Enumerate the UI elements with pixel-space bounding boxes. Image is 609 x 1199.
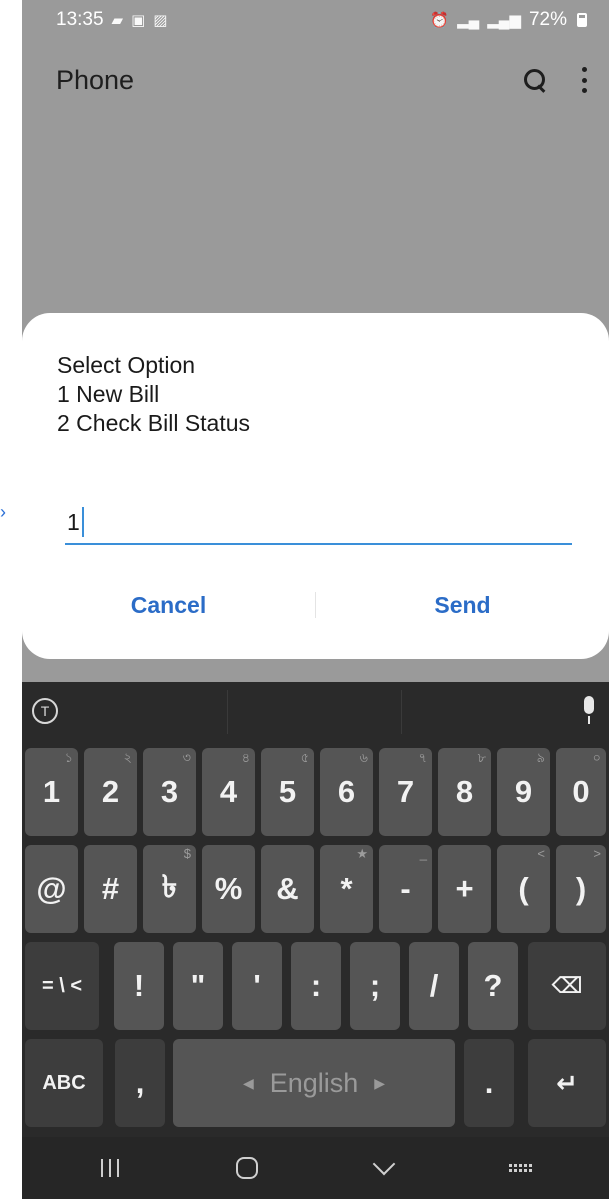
home-button[interactable] <box>227 1153 267 1183</box>
search-icon[interactable] <box>523 68 547 92</box>
prev-language-icon: ◀ <box>242 1074 254 1091</box>
toolbar-divider <box>227 690 228 734</box>
key-taka[interactable]: ৳ $ <box>143 845 196 933</box>
key-hash[interactable]: # <box>84 845 137 933</box>
battery-percent: 72% <box>528 9 567 30</box>
key-6[interactable]: 6৬ <box>320 748 373 836</box>
key-2[interactable]: 2২ <box>84 748 137 836</box>
keyboard-toolbar: T <box>22 682 609 740</box>
back-icon <box>372 1152 396 1176</box>
key-close-paren[interactable]: ) > <box>556 845 606 933</box>
key-percent[interactable]: % <box>202 845 255 933</box>
dialog-message-line: 2 Check Bill Status <box>57 410 251 436</box>
send-button[interactable]: Send <box>316 592 609 619</box>
text-caret <box>82 507 84 537</box>
back-button[interactable] <box>364 1152 404 1183</box>
key-asterisk[interactable]: * ★ <box>320 845 373 933</box>
alarm-icon: ⏰ <box>430 12 450 29</box>
phone-screen: 13:35 ▰ ▣ ▨ ⏰ ▂▄ ▂▄▆ 72% Phone Select Op… <box>22 0 609 1199</box>
key-8[interactable]: 8৮ <box>438 748 491 836</box>
ussd-dialog: Select Option 1 New Bill 2 Check Bill St… <box>22 313 609 659</box>
edge-arrow-icon: › <box>0 502 6 522</box>
message-icon: ▰ <box>111 12 124 29</box>
next-language-icon: ▶ <box>374 1074 386 1091</box>
key-4[interactable]: 4৪ <box>202 748 255 836</box>
dialog-actions: Cancel Send <box>22 575 609 635</box>
key-9[interactable]: 9৯ <box>497 748 550 836</box>
status-bar: 13:35 ▰ ▣ ▨ ⏰ ▂▄ ▂▄▆ 72% <box>22 0 609 40</box>
status-right: ⏰ ▂▄ ▂▄▆ 72% <box>430 9 587 31</box>
key-single-quote[interactable]: ' <box>232 942 282 1030</box>
recents-button[interactable] <box>90 1153 130 1183</box>
key-at[interactable]: @ <box>25 845 78 933</box>
key-question[interactable]: ? <box>468 942 518 1030</box>
space-key-label: English <box>269 1067 359 1098</box>
keyboard: T 1১ 2২ 3৩ 4৪ 5৫ 6৬ 7৭ 8৮ 9৯ 0০ @ # ৳ $ %… <box>22 682 609 1137</box>
key-plus[interactable]: + <box>438 845 491 933</box>
key-slash[interactable]: / <box>409 942 459 1030</box>
home-icon <box>236 1157 259 1179</box>
4g-signal-icon: ▂▄▆ <box>487 12 521 29</box>
keyboard-switch-button[interactable] <box>501 1153 541 1183</box>
dialog-message-line: Select Option <box>57 352 196 378</box>
keyboard-icon <box>509 1164 533 1172</box>
app-title: Phone <box>56 64 135 95</box>
gallery-icon: ▨ <box>153 12 168 29</box>
toolbar-divider <box>401 690 402 734</box>
mic-icon[interactable] <box>579 696 599 726</box>
navigation-bar <box>22 1137 609 1199</box>
dialog-message-line: 1 New Bill <box>57 381 160 407</box>
key-5[interactable]: 5৫ <box>261 748 314 836</box>
app-actions <box>523 67 587 93</box>
key-exclamation[interactable]: ! <box>114 942 164 1030</box>
key-semicolon[interactable]: ; <box>350 942 400 1030</box>
key-1[interactable]: 1১ <box>25 748 78 836</box>
key-minus[interactable]: - _ <box>379 845 432 933</box>
key-more-symbols[interactable]: = \ < <box>25 942 99 1030</box>
translate-icon[interactable]: T <box>32 698 58 724</box>
status-left: 13:35 ▰ ▣ ▨ <box>56 9 167 31</box>
backspace-icon: ⌫ <box>551 973 583 998</box>
key-ampersand[interactable]: & <box>261 845 314 933</box>
battery-icon <box>577 13 587 27</box>
abc-key[interactable]: ABC <box>25 1039 103 1127</box>
recents-icon <box>101 1159 120 1177</box>
backspace-key[interactable]: ⌫ <box>528 942 606 1030</box>
more-options-icon[interactable] <box>581 67 587 93</box>
key-comma[interactable]: , <box>115 1039 165 1127</box>
enter-key[interactable]: ↵ <box>528 1039 606 1127</box>
status-time: 13:35 <box>56 9 104 30</box>
key-double-quote[interactable]: " <box>173 942 223 1030</box>
cancel-button[interactable]: Cancel <box>22 592 315 619</box>
signal-icon: ▂▄ <box>457 12 480 29</box>
key-7[interactable]: 7৭ <box>379 748 432 836</box>
dialog-input-wrap <box>65 501 572 545</box>
ussd-response-input[interactable] <box>65 501 572 543</box>
dialog-message: Select Option 1 New Bill 2 Check Bill St… <box>57 351 250 438</box>
enter-icon: ↵ <box>556 1067 578 1098</box>
notification-icon: ▣ <box>131 12 146 29</box>
space-key[interactable]: ◀ English ▶ <box>173 1039 455 1127</box>
key-0[interactable]: 0০ <box>556 748 606 836</box>
key-3[interactable]: 3৩ <box>143 748 196 836</box>
key-colon[interactable]: : <box>291 942 341 1030</box>
app-bar: Phone <box>22 50 609 110</box>
key-open-paren[interactable]: (< <box>497 845 550 933</box>
key-period[interactable]: . <box>464 1039 514 1127</box>
